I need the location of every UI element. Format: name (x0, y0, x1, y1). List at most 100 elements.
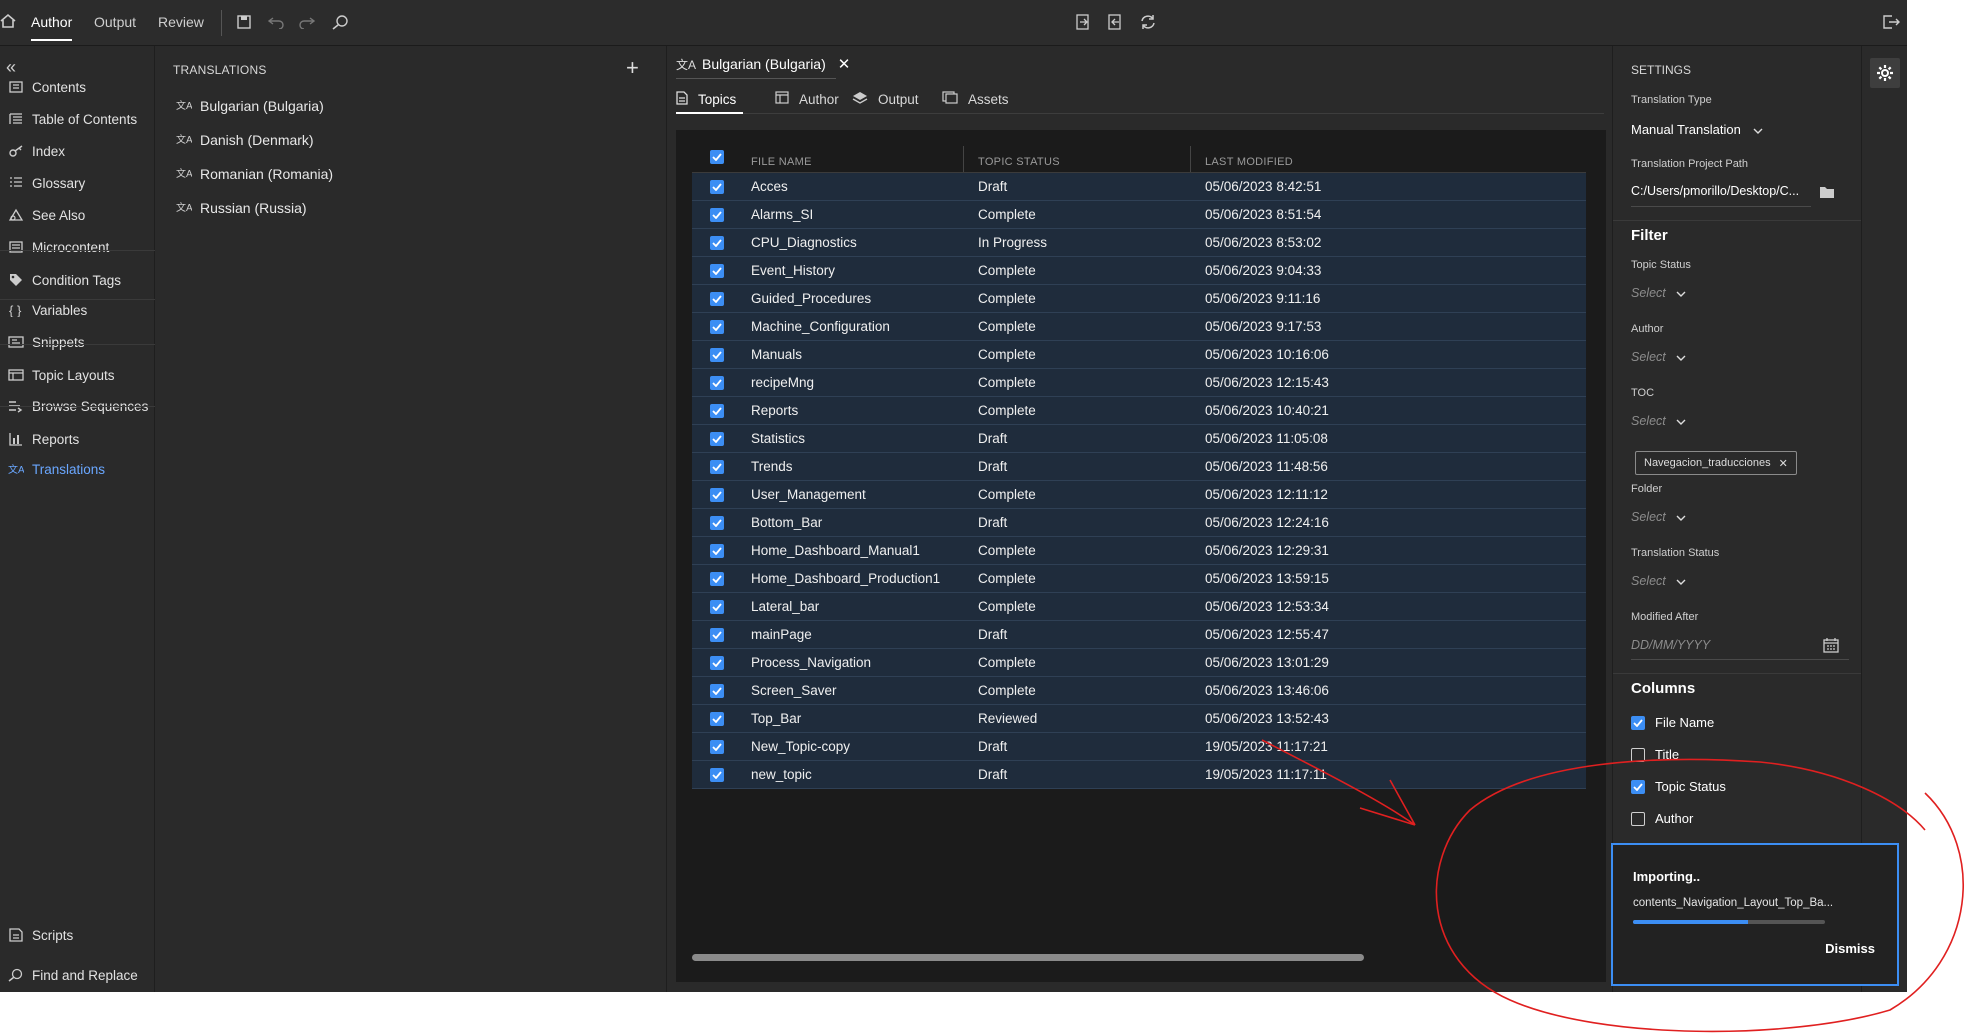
tab-topics[interactable]: Topics (676, 89, 736, 109)
select-all-checkbox[interactable] (710, 150, 724, 164)
table-row[interactable]: CPU_Diagnostics In Progress 05/06/2023 8:5… (692, 229, 1586, 257)
calendar-icon[interactable] (1823, 637, 1839, 653)
save-icon[interactable] (237, 15, 251, 29)
translation-item[interactable]: 文A Romanian (Romania) (176, 162, 333, 186)
sidebar-item-reports[interactable]: Reports (0, 424, 155, 454)
import-icon[interactable] (1075, 14, 1091, 30)
folder-select[interactable]: Select (1631, 510, 1686, 524)
row-checkbox[interactable] (710, 376, 724, 390)
table-row[interactable]: Process_Navigation Complete 05/06/2023 13:… (692, 649, 1586, 677)
table-row[interactable]: Bottom_Bar Draft 05/06/2023 12:24:16 (692, 509, 1586, 537)
sync-icon[interactable] (1140, 14, 1156, 30)
table-row[interactable]: User_Management Complete 05/06/2023 12:11:… (692, 481, 1586, 509)
row-checkbox[interactable] (710, 572, 724, 586)
sidebar-item-table-of-contents[interactable]: Table of Contents (0, 104, 155, 134)
column-option[interactable]: Author (1631, 811, 1693, 826)
translation-item[interactable]: 文A Danish (Denmark) (176, 128, 314, 152)
table-row[interactable]: Home_Dashboard_Production1 Complete 05/06/… (692, 565, 1586, 593)
table-row[interactable]: Trends Draft 05/06/2023 11:48:56 (692, 453, 1586, 481)
table-row[interactable]: Alarms_SI Complete 05/06/2023 8:51:54 (692, 201, 1586, 229)
home-icon[interactable] (0, 13, 16, 31)
column-checkbox[interactable] (1631, 715, 1645, 730)
column-header-file-name[interactable]: FILE NAME (751, 156, 812, 168)
column-option[interactable]: File Name (1631, 715, 1714, 730)
table-row[interactable]: Statistics Draft 05/06/2023 11:05:08 (692, 425, 1586, 453)
sidebar-item-find-and-replace[interactable]: Find and Replace (0, 960, 155, 990)
doc-tab-bulgarian[interactable]: 文A Bulgarian (Bulgaria) ✕ (676, 52, 850, 76)
undo-icon[interactable] (268, 15, 284, 29)
row-checkbox[interactable] (710, 768, 724, 782)
tab-output[interactable]: Output (94, 14, 136, 30)
row-checkbox[interactable] (710, 236, 724, 250)
tab-review[interactable]: Review (158, 14, 204, 30)
column-option[interactable]: Title (1631, 747, 1679, 762)
row-checkbox[interactable] (710, 684, 724, 698)
find-replace-icon[interactable] (332, 14, 350, 30)
sidebar-item-condition-tags[interactable]: Condition Tags (0, 265, 155, 295)
table-row[interactable]: new_topic Draft 19/05/2023 11:17:11 (692, 761, 1586, 789)
tab-author-sub[interactable]: Author (775, 89, 839, 109)
column-header-topic-status[interactable]: TOPIC STATUS (978, 156, 1060, 168)
column-checkbox[interactable] (1631, 811, 1645, 826)
row-checkbox[interactable] (710, 348, 724, 362)
translation-item[interactable]: 文A Russian (Russia) (176, 196, 307, 220)
table-row[interactable]: Manuals Complete 05/06/2023 10:16:06 (692, 341, 1586, 369)
column-checkbox[interactable] (1631, 747, 1645, 762)
row-checkbox[interactable] (710, 656, 724, 670)
row-checkbox[interactable] (710, 264, 724, 278)
column-divider[interactable] (1190, 146, 1191, 172)
tab-output-sub[interactable]: Output (852, 89, 919, 109)
row-checkbox[interactable] (710, 208, 724, 222)
remove-chip-icon[interactable]: ✕ (1779, 457, 1788, 470)
sidebar-item-see-also[interactable]: See Also (0, 200, 155, 230)
table-row[interactable]: Screen_Saver Complete 05/06/2023 13:46:06 (692, 677, 1586, 705)
table-row[interactable]: New_Topic-copy Draft 19/05/2023 11:17:21 (692, 733, 1586, 761)
gear-icon[interactable] (1870, 58, 1900, 88)
translation-status-select[interactable]: Select (1631, 574, 1686, 588)
horizontal-scrollbar[interactable] (692, 954, 1364, 961)
row-checkbox[interactable] (710, 516, 724, 530)
table-row[interactable]: Home_Dashboard_Manual1 Complete 05/06/2023… (692, 537, 1586, 565)
table-row[interactable]: Event_History Complete 05/06/2023 9:04:33 (692, 257, 1586, 285)
table-row[interactable]: Guided_Procedures Complete 05/06/2023 9:11… (692, 285, 1586, 313)
sidebar-item-contents[interactable]: Contents (0, 72, 155, 102)
table-row[interactable]: Acces Draft 05/06/2023 8:42:51 (692, 173, 1586, 201)
row-checkbox[interactable] (710, 544, 724, 558)
table-row[interactable]: mainPage Draft 05/06/2023 12:55:47 (692, 621, 1586, 649)
toc-select[interactable]: Select (1631, 414, 1686, 428)
sidebar-item-glossary[interactable]: Glossary (0, 168, 155, 198)
sidebar-item-topic-layouts[interactable]: Topic Layouts (0, 360, 155, 390)
date-input[interactable]: DD/MM/YYYY (1631, 638, 1710, 652)
redo-icon[interactable] (299, 15, 315, 29)
author-select[interactable]: Select (1631, 350, 1686, 364)
dismiss-button[interactable]: Dismiss (1825, 941, 1875, 956)
table-row[interactable]: Lateral_bar Complete 05/06/2023 12:53:34 (692, 593, 1586, 621)
column-checkbox[interactable] (1631, 779, 1645, 794)
row-checkbox[interactable] (710, 628, 724, 642)
row-checkbox[interactable] (710, 292, 724, 306)
export-icon[interactable] (1107, 14, 1123, 30)
sidebar-item-scripts[interactable]: Scripts (0, 920, 155, 950)
add-translation-button[interactable]: + (626, 57, 639, 79)
sidebar-item-translations[interactable]: 文A Translations (0, 454, 155, 484)
column-option[interactable]: Topic Status (1631, 779, 1726, 794)
row-checkbox[interactable] (710, 740, 724, 754)
sidebar-item-snippets[interactable]: Snippets (0, 327, 155, 357)
tab-author[interactable]: Author (31, 14, 73, 41)
translation-item[interactable]: 文A Bulgarian (Bulgaria) (176, 94, 324, 118)
tab-assets[interactable]: Assets (942, 89, 1009, 109)
column-divider[interactable] (963, 146, 964, 172)
table-row[interactable]: Top_Bar Reviewed 05/06/2023 13:52:43 (692, 705, 1586, 733)
browse-folder-icon[interactable] (1819, 185, 1835, 199)
row-checkbox[interactable] (710, 460, 724, 474)
row-checkbox[interactable] (710, 600, 724, 614)
row-checkbox[interactable] (710, 320, 724, 334)
translation-type-dropdown[interactable]: Manual Translation (1631, 122, 1763, 137)
column-header-last-modified[interactable]: LAST MODIFIED (1205, 156, 1293, 168)
row-checkbox[interactable] (710, 488, 724, 502)
sidebar-item-index[interactable]: Index (0, 136, 155, 166)
close-icon[interactable]: ✕ (838, 55, 851, 73)
row-checkbox[interactable] (710, 404, 724, 418)
table-row[interactable]: Machine_Configuration Complete 05/06/2023 … (692, 313, 1586, 341)
row-checkbox[interactable] (710, 432, 724, 446)
